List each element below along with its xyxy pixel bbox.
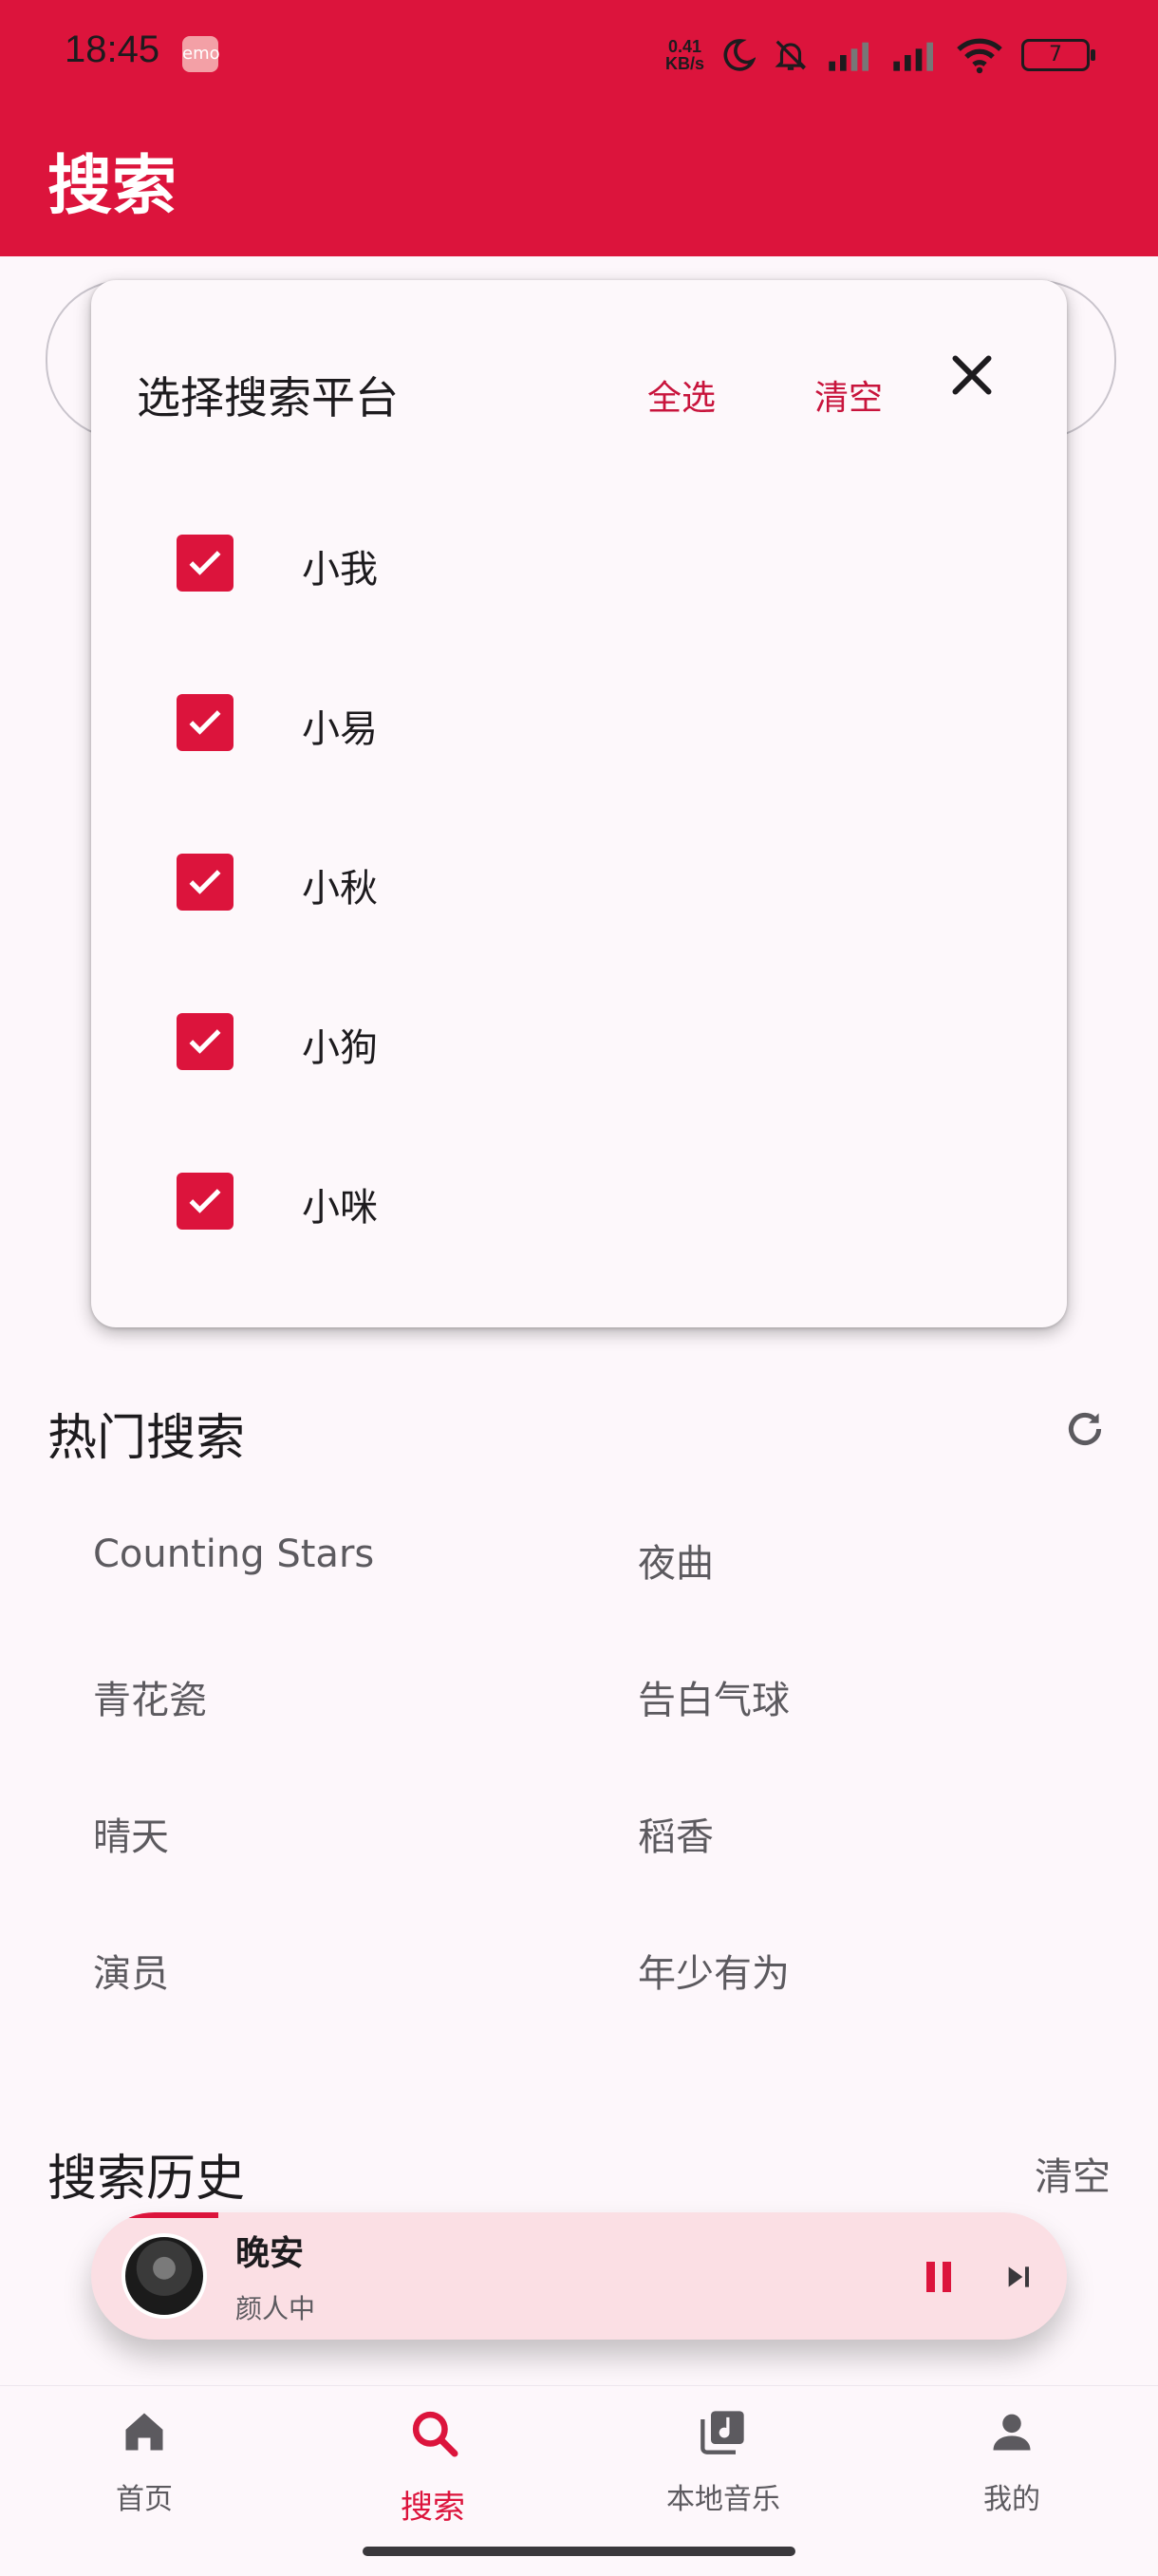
checkbox-checked[interactable] — [177, 1173, 233, 1230]
signal-1-icon — [829, 42, 868, 71]
checkbox-checked[interactable] — [177, 854, 233, 911]
search-icon — [412, 2411, 458, 2457]
nav-item-profile[interactable]: 我的 — [898, 2386, 1126, 2576]
artist-name: 颜人中 — [235, 2293, 316, 2324]
network-speed-unit: KB/s — [664, 54, 704, 73]
person-icon — [993, 2414, 1031, 2451]
skip-next-icon[interactable] — [1002, 2262, 1033, 2292]
network-speed-value: 0.41 — [667, 37, 702, 56]
playback-progress-bar — [91, 2212, 218, 2218]
music-library-icon — [700, 2411, 744, 2454]
song-title: 晚安 — [235, 2234, 305, 2273]
bell-off-icon — [775, 40, 807, 70]
hot-search-item[interactable]: 告白气球 — [638, 1669, 790, 1724]
gesture-home-bar[interactable] — [363, 2547, 795, 2556]
platform-label: 小易 — [302, 707, 378, 751]
hot-search-item[interactable]: 青花瓷 — [93, 1669, 207, 1724]
pause-icon[interactable] — [925, 2260, 953, 2294]
platform-label: 小咪 — [302, 1186, 378, 1230]
check-icon — [189, 551, 221, 575]
status-time: 18:45 — [65, 28, 160, 70]
platform-option[interactable]: 小我 — [177, 535, 841, 649]
home-icon — [125, 2413, 163, 2451]
hot-search-item[interactable]: 稻香 — [638, 1806, 714, 1861]
nav-label: 本地音乐 — [666, 2483, 780, 2516]
network-speed: 0.41 KB/s — [665, 38, 704, 72]
platform-option[interactable]: 小秋 — [177, 854, 841, 968]
close-icon[interactable] — [943, 347, 1000, 404]
check-icon — [189, 870, 221, 894]
platform-select-dialog: 选择搜索平台 全选 清空 小我 小易 小秋 小狗 小咪 — [91, 280, 1067, 1327]
platform-option[interactable]: 小狗 — [177, 1013, 841, 1127]
hot-search-item[interactable]: 演员 — [93, 1943, 169, 1998]
hot-search-item[interactable]: 夜曲 — [638, 1532, 714, 1588]
platform-label: 小狗 — [302, 1026, 378, 1070]
clear-selection-button[interactable]: 清空 — [814, 370, 883, 420]
hot-search-item[interactable]: 年少有为 — [638, 1943, 790, 1998]
page-title: 搜索 — [47, 149, 177, 224]
battery-icon: 7 — [1021, 39, 1095, 71]
checkbox-checked[interactable] — [177, 1013, 233, 1070]
platform-option[interactable]: 小易 — [177, 694, 841, 808]
status-bar: 18:45 emo 0.41 KB/s 7 — [0, 0, 1158, 109]
select-all-button[interactable]: 全选 — [647, 370, 716, 420]
checkbox-checked[interactable] — [177, 535, 233, 592]
nav-label: 搜索 — [401, 2489, 465, 2527]
check-icon — [189, 1029, 221, 1054]
wifi-icon — [957, 38, 1002, 74]
hot-search-item[interactable]: Counting Stars — [93, 1532, 374, 1576]
hot-search-item[interactable]: 晴天 — [93, 1806, 169, 1861]
app-notification-icon: emo — [182, 36, 220, 72]
refresh-icon[interactable] — [1061, 1405, 1109, 1453]
nav-item-home[interactable]: 首页 — [30, 2386, 258, 2576]
check-icon — [189, 1189, 221, 1213]
checkbox-checked[interactable] — [177, 694, 233, 751]
moon-icon — [723, 39, 756, 71]
dialog-title: 选择搜索平台 — [137, 372, 399, 423]
mini-player[interactable]: 晚安 颜人中 — [91, 2212, 1067, 2340]
clear-history-button[interactable]: 清空 — [1035, 2146, 1111, 2201]
platform-label: 小秋 — [302, 867, 378, 911]
search-history-title: 搜索历史 — [47, 2151, 246, 2208]
nav-label: 首页 — [116, 2483, 173, 2516]
platform-option[interactable]: 小咪 — [177, 1173, 841, 1287]
system-icons: 0.41 KB/s 7 — [665, 28, 1095, 82]
signal-2-icon — [893, 42, 933, 71]
album-cover — [121, 2233, 207, 2319]
platform-label: 小我 — [302, 548, 378, 592]
check-icon — [189, 710, 221, 735]
hot-search-title: 热门搜索 — [47, 1410, 246, 1467]
nav-label: 我的 — [983, 2483, 1040, 2516]
